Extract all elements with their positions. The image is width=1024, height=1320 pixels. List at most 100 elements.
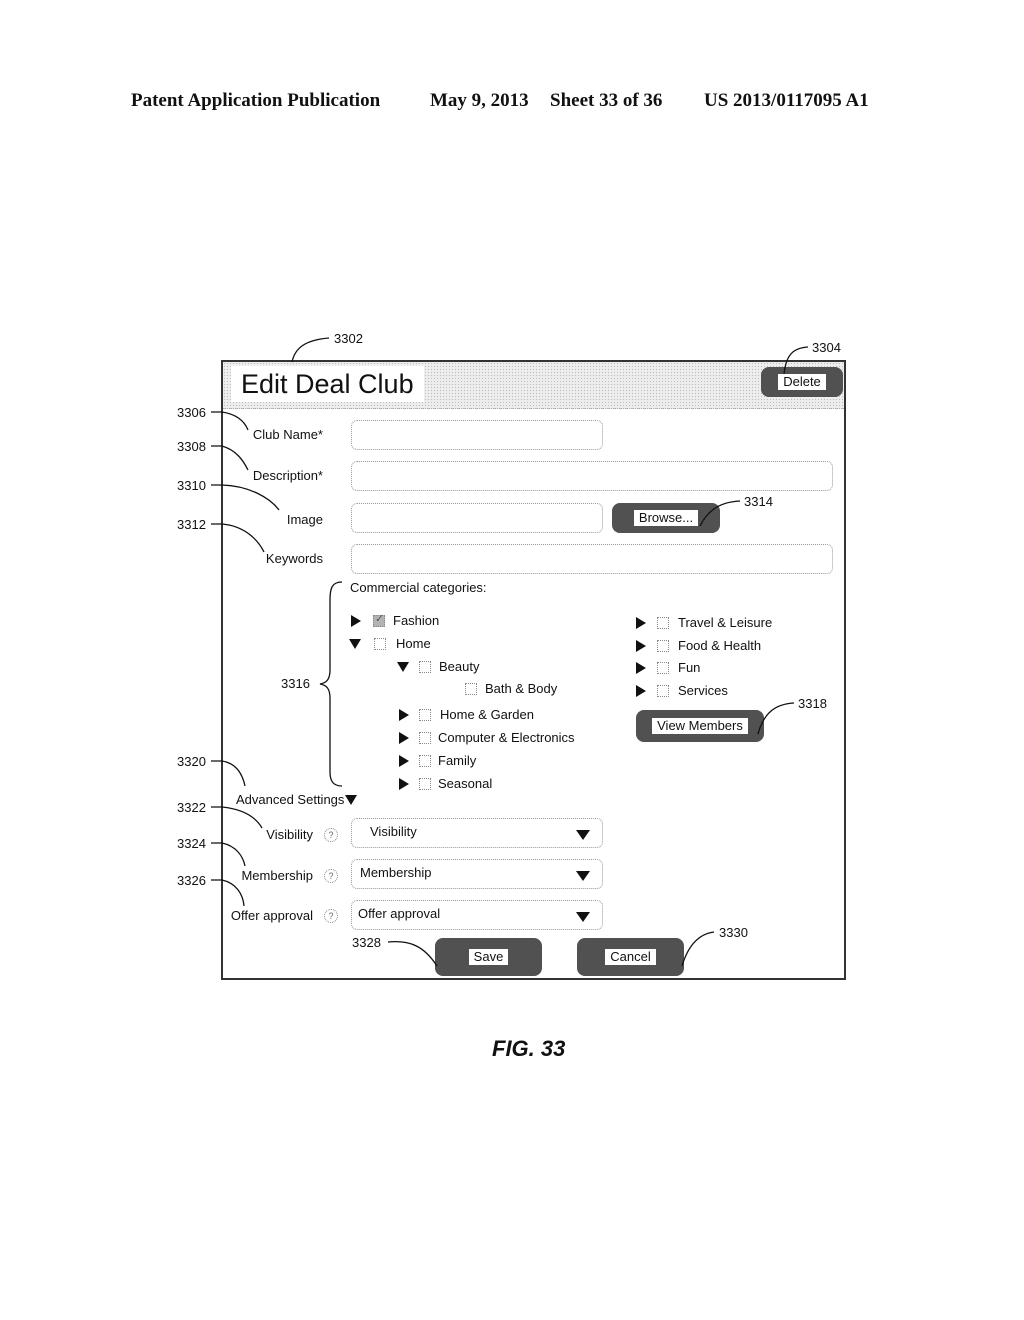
publication-date: May 9, 2013 — [430, 90, 529, 111]
family-checkbox[interactable] — [419, 754, 431, 767]
image-label: Image — [286, 512, 323, 527]
category-seasonal[interactable]: Seasonal — [399, 776, 492, 791]
ref-3306: 3306 — [177, 405, 206, 420]
view-members-button-label: View Members — [652, 718, 748, 734]
ref-3304: 3304 — [812, 340, 841, 355]
category-fun[interactable]: Fun — [636, 660, 700, 675]
description-label: Description* — [252, 468, 323, 483]
seasonal-checkbox[interactable] — [419, 777, 431, 790]
expand-right-icon[interactable] — [399, 754, 409, 767]
category-label: Fashion — [393, 613, 440, 628]
delete-button[interactable]: Delete — [761, 367, 843, 397]
dropdown-arrow-icon — [576, 830, 590, 840]
category-home[interactable]: Home — [349, 636, 431, 651]
category-food-health[interactable]: Food & Health — [636, 638, 761, 653]
help-icon[interactable]: ? — [324, 869, 338, 883]
visibility-select-value: Visibility — [370, 824, 417, 839]
ref-3312: 3312 — [177, 517, 206, 532]
visibility-select[interactable]: Visibility — [351, 818, 603, 848]
expand-right-icon[interactable] — [636, 639, 646, 652]
ref-3330: 3330 — [719, 925, 748, 940]
collapse-down-icon[interactable] — [397, 661, 409, 672]
expand-right-icon[interactable] — [399, 777, 409, 790]
beauty-checkbox[interactable] — [419, 660, 431, 673]
category-beauty[interactable]: Beauty — [397, 659, 479, 674]
category-travel-leisure[interactable]: Travel & Leisure — [636, 615, 772, 630]
computer-electronics-checkbox[interactable] — [419, 731, 431, 744]
category-label: Home — [396, 636, 431, 651]
collapse-down-icon — [345, 794, 358, 805]
expand-right-icon[interactable] — [636, 661, 646, 674]
membership-label: Membership — [241, 868, 313, 883]
edit-deal-club-dialog: Edit Deal Club Delete Club Name* Descrip… — [221, 360, 846, 980]
food-health-checkbox[interactable] — [657, 639, 669, 652]
ref-3326: 3326 — [177, 873, 206, 888]
category-label: Bath & Body — [485, 681, 558, 696]
dialog-title: Edit Deal Club — [231, 366, 424, 402]
offer-approval-select[interactable]: Offer approval — [351, 900, 603, 930]
cancel-button-label: Cancel — [605, 949, 656, 965]
offer-approval-select-value: Offer approval — [358, 906, 441, 921]
club-name-label: Club Name* — [252, 427, 323, 442]
expand-right-icon[interactable] — [351, 614, 361, 627]
expand-right-icon[interactable] — [399, 731, 409, 744]
category-label: Seasonal — [438, 776, 493, 791]
expand-right-icon[interactable] — [636, 684, 646, 697]
category-label: Services — [678, 683, 728, 698]
description-input[interactable] — [351, 461, 833, 491]
category-label: Beauty — [439, 659, 480, 674]
ref-3328: 3328 — [352, 935, 381, 950]
save-button-label: Save — [468, 949, 509, 965]
category-fashion[interactable]: Fashion — [351, 612, 440, 628]
bath-body-checkbox[interactable] — [465, 682, 477, 695]
offer-approval-label: Offer approval — [230, 908, 313, 923]
expand-right-icon[interactable] — [636, 616, 646, 629]
delete-button-label: Delete — [778, 374, 826, 390]
home-garden-checkbox[interactable] — [419, 708, 431, 721]
save-button[interactable]: Save — [435, 938, 542, 976]
expand-right-icon[interactable] — [399, 708, 409, 721]
help-icon[interactable]: ? — [324, 828, 338, 842]
figure-caption: FIG. 33 — [492, 1036, 566, 1061]
travel-leisure-checkbox[interactable] — [657, 616, 669, 629]
category-services[interactable]: Services — [636, 683, 728, 698]
cancel-button[interactable]: Cancel — [577, 938, 684, 976]
categories-heading: Commercial categories: — [350, 580, 487, 595]
ref-3316: 3316 — [281, 676, 310, 691]
view-members-button[interactable]: View Members — [636, 710, 764, 742]
home-checkbox[interactable] — [374, 637, 386, 650]
ref-3324: 3324 — [177, 836, 206, 851]
ref-3318: 3318 — [798, 696, 827, 711]
publication-label: Patent Application Publication — [131, 90, 381, 111]
browse-button-label: Browse... — [633, 510, 699, 526]
category-bath-body[interactable]: Bath & Body — [465, 681, 557, 696]
ref-3314: 3314 — [744, 494, 773, 509]
category-home-garden[interactable]: Home & Garden — [399, 707, 534, 722]
advanced-settings-label: Advanced Settings — [236, 792, 345, 807]
club-name-input[interactable] — [351, 420, 603, 450]
category-label: Fun — [678, 660, 701, 675]
fun-checkbox[interactable] — [657, 661, 669, 674]
dropdown-arrow-icon — [576, 871, 590, 881]
category-label: Food & Health — [678, 638, 762, 653]
collapse-down-icon[interactable] — [349, 638, 361, 649]
ref-3310: 3310 — [177, 478, 206, 493]
membership-select[interactable]: Membership — [351, 859, 603, 889]
ref-3322: 3322 — [177, 800, 206, 815]
fashion-checkbox[interactable] — [373, 612, 385, 627]
browse-button[interactable]: Browse... — [612, 503, 720, 533]
services-checkbox[interactable] — [657, 684, 669, 697]
keywords-label: Keywords — [265, 551, 323, 566]
category-label: Travel & Leisure — [678, 615, 773, 630]
ref-3308: 3308 — [177, 439, 206, 454]
dialog-titlebar: Edit Deal Club Delete — [223, 362, 844, 409]
patent-number: US 2013/0117095 A1 — [704, 90, 869, 111]
category-family[interactable]: Family — [399, 753, 476, 768]
keywords-input[interactable] — [351, 544, 833, 574]
dropdown-arrow-icon — [576, 912, 590, 922]
image-input[interactable] — [351, 503, 603, 533]
help-icon[interactable]: ? — [324, 909, 338, 923]
ref-3320: 3320 — [177, 754, 206, 769]
advanced-settings-toggle[interactable]: Advanced Settings — [236, 792, 358, 807]
category-computer-electronics[interactable]: Computer & Electronics — [399, 730, 575, 745]
